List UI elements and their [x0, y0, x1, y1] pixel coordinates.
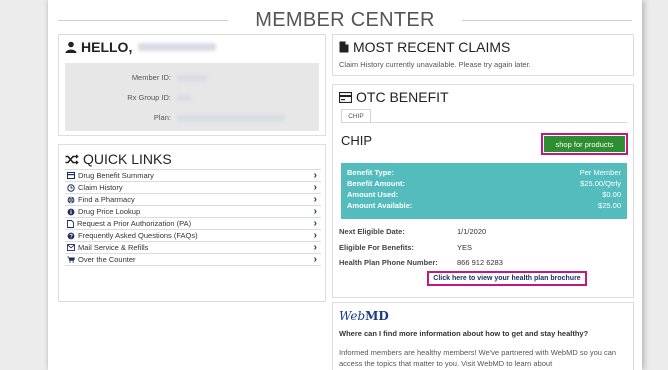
- quick-link-prior-authorization[interactable]: Request a Prior Authorization (PA) ›: [65, 218, 321, 230]
- eligibility-row: Health Plan Phone Number: 866 912 6283: [339, 258, 629, 268]
- member-name-redacted: [138, 43, 217, 51]
- rx-group-id-value-redacted: [177, 95, 191, 101]
- benefit-value: $0.00: [602, 190, 621, 199]
- chevron-right-icon: ›: [313, 182, 317, 193]
- info-icon: [67, 208, 75, 215]
- quick-link-over-the-counter[interactable]: Over the Counter ›: [65, 254, 321, 266]
- recent-claims-heading: MOST RECENT CLAIMS: [339, 39, 510, 55]
- plan-label: Plan:: [153, 113, 171, 122]
- eligibility-key: Next Eligible Date:: [339, 227, 405, 236]
- member-center-page: MEMBER CENTER HELLO, Member ID: Rx Group…: [48, 0, 642, 370]
- webmd-panel: WebMD Where can I find more information …: [332, 302, 634, 370]
- benefit-row: Benefit Amount: $25.00/Qtrly: [347, 179, 621, 188]
- user-icon: [65, 41, 77, 53]
- quick-link-label: Drug Price Lookup: [78, 207, 141, 216]
- hello-greeting: HELLO,: [81, 39, 133, 55]
- webmd-logo[interactable]: WebMD: [339, 309, 389, 323]
- file-icon: [339, 41, 349, 53]
- plan-value-redacted: [177, 115, 285, 121]
- webmd-logo-md: MD: [365, 309, 389, 323]
- card-icon: [67, 172, 75, 179]
- rx-group-id-label: Rx Group ID:: [127, 93, 171, 102]
- otc-benefit-panel: OTC BENEFIT CHIP CHIP shop for products …: [332, 84, 634, 298]
- quick-link-drug-price-lookup[interactable]: Drug Price Lookup ›: [65, 206, 321, 218]
- chevron-right-icon: ›: [313, 242, 317, 253]
- card-icon: [339, 91, 352, 103]
- quick-links-title: QUICK LINKS: [83, 151, 172, 167]
- member-id-value-redacted: [177, 75, 207, 81]
- question-icon: [67, 232, 75, 239]
- envelope-icon: [67, 244, 75, 251]
- tab-divider: [341, 122, 627, 123]
- quick-link-find-pharmacy[interactable]: Find a Pharmacy ›: [65, 194, 321, 206]
- shop-for-products-button[interactable]: shop for products: [544, 136, 625, 152]
- hello-panel: HELLO, Member ID: Rx Group ID: Plan:: [58, 34, 326, 136]
- plan-row: Plan:: [65, 113, 319, 125]
- member-info-box: Member ID: Rx Group ID: Plan:: [65, 63, 319, 131]
- hello-heading: HELLO,: [65, 39, 217, 55]
- title-rule-right: [462, 20, 632, 21]
- brochure-link-highlight: Click here to view your health plan broc…: [427, 271, 587, 286]
- benefit-key: Benefit Type:: [347, 168, 394, 177]
- webmd-logo-web: Web: [339, 309, 366, 323]
- eligibility-row: Next Eligible Date: 1/1/2020: [339, 227, 629, 237]
- chevron-right-icon: ›: [313, 230, 317, 241]
- quick-links-heading: QUICK LINKS: [65, 151, 172, 167]
- benefit-value: $25.00/Qtrly: [580, 179, 621, 188]
- cart-icon: [67, 256, 75, 263]
- rx-group-row: Rx Group ID:: [65, 93, 319, 105]
- benefit-value: Per Member: [579, 168, 621, 177]
- clock-icon: [67, 183, 75, 192]
- quick-link-label: Claim History: [78, 183, 123, 192]
- quick-link-drug-benefit-summary[interactable]: Drug Benefit Summary ›: [65, 170, 321, 182]
- eligibility-value: 866 912 6283: [457, 258, 503, 267]
- quick-link-label: Find a Pharmacy: [78, 195, 135, 204]
- member-id-label: Member ID:: [131, 73, 171, 82]
- page-header: MEMBER CENTER: [58, 8, 632, 32]
- quick-link-label: Request a Prior Authorization (PA): [77, 219, 192, 228]
- shop-button-highlight: shop for products: [541, 133, 628, 155]
- eligibility-key: Health Plan Phone Number:: [339, 258, 438, 267]
- benefit-row: Amount Used: $0.00: [347, 190, 621, 199]
- chevron-right-icon: ›: [313, 254, 317, 265]
- quick-links-list: Drug Benefit Summary › Claim History › F…: [65, 169, 321, 266]
- webmd-description: Informed members are healthy members! We…: [339, 348, 617, 368]
- benefit-key: Benefit Amount:: [347, 179, 406, 188]
- otc-plan-title: CHIP: [341, 133, 373, 148]
- tab-chip[interactable]: CHIP: [341, 109, 371, 123]
- quick-link-mail-service[interactable]: Mail Service & Refills ›: [65, 242, 321, 254]
- benefit-value: $25.00: [598, 201, 621, 210]
- document-icon: [67, 219, 74, 228]
- recent-claims-panel: MOST RECENT CLAIMS Claim History current…: [332, 34, 634, 76]
- quick-link-label: Mail Service & Refills: [78, 243, 149, 252]
- benefit-key: Amount Available:: [347, 201, 413, 210]
- chevron-right-icon: ›: [313, 206, 317, 217]
- benefit-summary-box: Benefit Type: Per Member Benefit Amount:…: [341, 163, 627, 219]
- otc-benefit-title: OTC BENEFIT: [356, 89, 449, 105]
- benefit-row: Amount Available: $25.00: [347, 201, 621, 210]
- member-id-row: Member ID:: [65, 73, 319, 85]
- chevron-right-icon: ›: [313, 170, 317, 181]
- benefit-key: Amount Used:: [347, 190, 399, 199]
- quick-link-faqs[interactable]: Frequently Asked Questions (FAQs) ›: [65, 230, 321, 242]
- chevron-right-icon: ›: [313, 218, 317, 229]
- quick-link-label: Drug Benefit Summary: [78, 171, 154, 180]
- quick-links-panel: QUICK LINKS Drug Benefit Summary › Claim…: [58, 144, 326, 302]
- recent-claims-title: MOST RECENT CLAIMS: [353, 39, 511, 55]
- otc-benefit-heading: OTC BENEFIT: [339, 89, 449, 105]
- quick-link-claim-history[interactable]: Claim History ›: [65, 182, 321, 194]
- webmd-question: Where can I find more information about …: [339, 329, 589, 338]
- globe-icon: [67, 196, 75, 203]
- quick-link-label: Over the Counter: [78, 255, 136, 264]
- claims-status-message: Claim History currently unavailable. Ple…: [339, 60, 531, 69]
- eligibility-value: YES: [457, 243, 473, 252]
- benefit-row: Benefit Type: Per Member: [347, 168, 621, 177]
- shuffle-icon: [65, 153, 79, 165]
- chevron-right-icon: ›: [313, 194, 317, 205]
- eligibility-key: Eligible For Benefits:: [339, 243, 415, 252]
- health-plan-brochure-link[interactable]: Click here to view your health plan broc…: [430, 274, 584, 283]
- eligibility-row: Eligible For Benefits: YES: [339, 243, 629, 253]
- quick-link-label: Frequently Asked Questions (FAQs): [78, 231, 198, 240]
- eligibility-value: 1/1/2020: [457, 227, 487, 236]
